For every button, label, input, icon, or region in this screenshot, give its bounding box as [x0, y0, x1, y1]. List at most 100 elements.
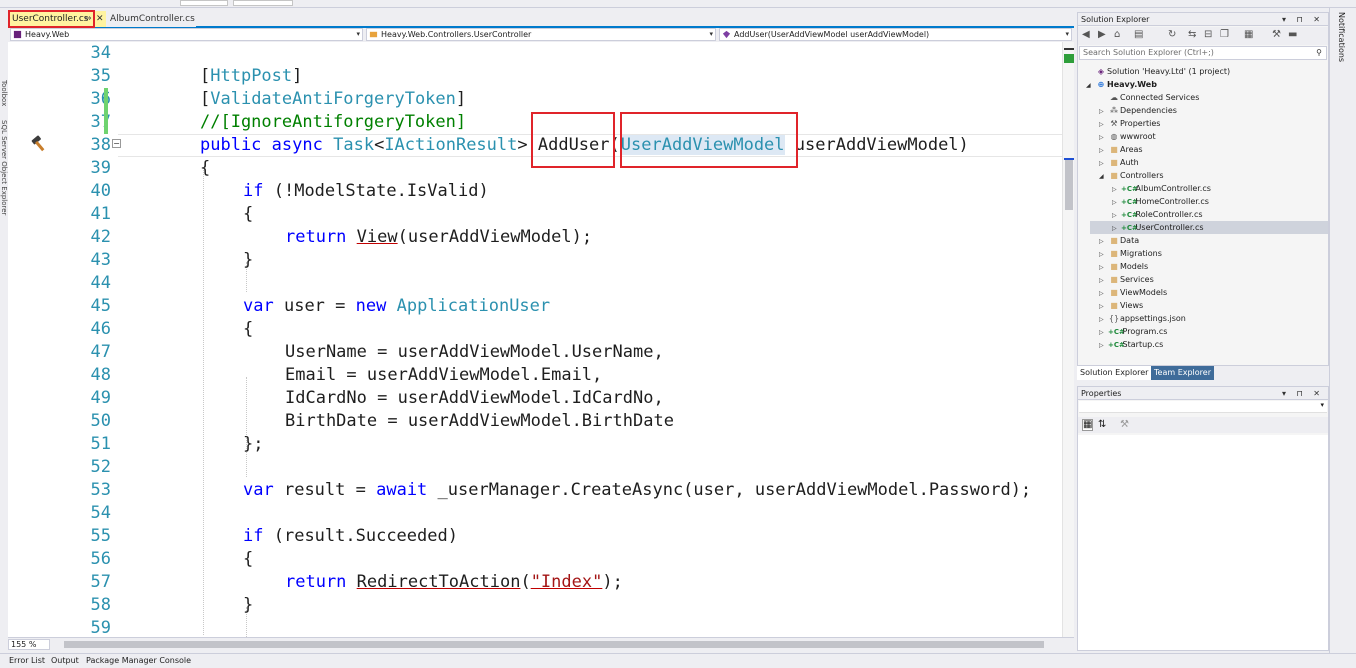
sql-object-explorer-tab[interactable]: SQL Server Object Explorer — [0, 120, 8, 215]
back-icon[interactable]: ◀ — [1082, 29, 1090, 40]
tab-output[interactable]: Output — [51, 656, 79, 665]
categorized-icon[interactable]: ▦ — [1082, 419, 1094, 431]
web-project-icon: ⊕ — [1097, 80, 1105, 89]
tree-item-usercontroller[interactable]: ▷ +C# UserController.cs — [1090, 221, 1328, 234]
line-number: 38 — [90, 135, 111, 155]
project-dropdown-label: Heavy.Web — [25, 30, 70, 39]
tree-item-label: Program.cs — [1122, 327, 1168, 336]
tree-item-services[interactable]: ▷ ■ Services — [1099, 273, 1154, 286]
tree-item-solution[interactable]: ◈ Solution 'Heavy.Ltd' (1 project) — [1086, 65, 1230, 78]
tree-item-controllers[interactable]: ◢ ■ Controllers — [1099, 169, 1164, 182]
properties-header: Properties ▾ ⊓ ✕ — [1078, 387, 1328, 400]
tab-error-list[interactable]: Error List — [9, 656, 45, 665]
line-number: 56 — [90, 549, 111, 569]
home-icon[interactable]: ⌂ — [1114, 29, 1120, 40]
forward-icon[interactable]: ▶ — [1098, 29, 1106, 40]
class-icon — [369, 31, 378, 38]
tree-item-label: Startup.cs — [1122, 340, 1164, 349]
notifications-tab[interactable]: Notifications — [1337, 12, 1346, 62]
expand-arrow-icon[interactable]: ▷ — [1099, 339, 1108, 352]
hammer-icon[interactable] — [30, 134, 48, 152]
code-line-55: if (result.Succeeded) — [243, 525, 458, 548]
connected-services-icon: ☁ — [1110, 93, 1118, 102]
line-number: 59 — [90, 618, 111, 637]
tree-item-data[interactable]: ▷ ■ Data — [1099, 234, 1139, 247]
tree-item-albumcontroller[interactable]: ▷ +C# AlbumController.cs — [1112, 182, 1211, 195]
line-number: 54 — [90, 503, 111, 523]
tree-item-label: Models — [1120, 262, 1149, 271]
tree-item-rolecontroller[interactable]: ▷ +C# RoleController.cs — [1112, 208, 1203, 221]
panel-window-controls[interactable]: ▾ ⊓ ✕ — [1282, 13, 1324, 26]
project-dropdown[interactable]: Heavy.Web ▾ — [10, 28, 363, 41]
tree-item-wwwroot[interactable]: ▷ ◍ wwwroot — [1099, 130, 1156, 143]
tree-item-label: Solution 'Heavy.Ltd' (1 project) — [1107, 67, 1231, 76]
toolbox-tab[interactable]: Toolbox — [0, 80, 8, 106]
kw-new: new — [355, 296, 387, 316]
code-line-46: { — [243, 319, 254, 339]
alphabetical-icon[interactable]: ⇅ — [1098, 419, 1106, 430]
collapse-all-icon[interactable]: ⊟ — [1204, 29, 1212, 40]
tree-item-label: Services — [1120, 275, 1154, 284]
model-state: ModelState — [294, 181, 397, 201]
member-dropdown-label: AddUser(UserAddViewModel userAddViewMode… — [734, 30, 930, 39]
pending-changes-icon[interactable]: ↻ — [1168, 29, 1176, 40]
tree-item-homecontroller[interactable]: ▷ +C# HomeController.cs — [1112, 195, 1209, 208]
tree-item-auth[interactable]: ▷ ■ Auth — [1099, 156, 1139, 169]
sync-icon[interactable]: ⇆ — [1188, 29, 1196, 40]
solution-tree[interactable]: ◈ Solution 'Heavy.Ltd' (1 project) ◢ ⊕ Heav… — [1078, 65, 1328, 365]
panel-window-controls[interactable]: ▾ ⊓ ✕ — [1282, 387, 1324, 400]
attr-httppost: HttpPost — [210, 66, 293, 86]
tab-solution-explorer[interactable]: Solution Explorer — [1077, 366, 1152, 380]
tree-item-properties[interactable]: ▷ ⚒ Properties — [1099, 117, 1160, 130]
tree-item-areas[interactable]: ▷ ■ Areas — [1099, 143, 1143, 156]
tree-item-program[interactable]: ▷ +C# Program.cs — [1099, 325, 1167, 338]
scrollbar-thumb[interactable] — [1065, 160, 1073, 210]
folder-icon: ■ — [1110, 288, 1118, 297]
properties-object-dropdown[interactable]: ▾ — [1079, 401, 1327, 413]
tree-item-dependencies[interactable]: ▷ ⁂ Dependencies — [1099, 104, 1177, 117]
tree-item-heavy-web[interactable]: ◢ ⊕ Heavy.Web — [1086, 78, 1157, 91]
string-index: "Index" — [530, 572, 603, 592]
horizontal-scrollbar-thumb[interactable] — [64, 641, 1044, 648]
split-handle[interactable] — [1064, 48, 1074, 50]
bottom-tool-tabs: Error List Output Package Manager Consol… — [0, 653, 1356, 668]
tree-item-connected-services[interactable]: ☁ Connected Services — [1099, 91, 1199, 104]
panel-title: Solution Explorer — [1081, 15, 1150, 24]
solution-explorer-search-input[interactable]: Search Solution Explorer (Ctrl+;) ⚲ — [1079, 46, 1327, 60]
tab-package-manager-console[interactable]: Package Manager Console — [86, 656, 191, 665]
member-dropdown[interactable]: AddUser(UserAddViewModel userAddViewMode… — [719, 28, 1072, 41]
zoom-dropdown[interactable]: 155 % — [8, 639, 50, 650]
tree-item-viewmodels[interactable]: ▷ ■ ViewModels — [1099, 286, 1167, 299]
properties-toolbar: ▦ ⇅ ⚒ — [1078, 417, 1328, 433]
tree-item-models[interactable]: ▷ ■ Models — [1099, 260, 1148, 273]
switch-view-icon[interactable]: ▤ — [1134, 29, 1143, 40]
editor-gutter: 34 35 36 37 38 39 40 41 42 43 44 45 46 4… — [8, 42, 118, 637]
expand-arrow-icon[interactable]: ◢ — [1086, 79, 1095, 92]
kw-if: if — [243, 526, 264, 546]
line-number: 49 — [90, 388, 111, 408]
editor-vertical-scrollbar[interactable] — [1062, 42, 1074, 637]
tab-albumcontroller[interactable]: AlbumController.cs — [106, 11, 196, 27]
tab-team-explorer[interactable]: Team Explorer — [1151, 366, 1214, 380]
line-number: 39 — [90, 158, 111, 178]
kw-var: var — [243, 480, 274, 500]
filter-icon[interactable]: ▦ — [1244, 29, 1253, 40]
code-line-50: BirthDate = userAddViewModel.BirthDate — [285, 411, 674, 431]
solution-config-dropdown[interactable] — [180, 0, 228, 6]
line-number: 45 — [90, 296, 111, 316]
expand-arrow-icon[interactable]: ◢ — [1099, 170, 1108, 183]
tree-item-appsettings[interactable]: ▷ {}appsettings.json — [1099, 312, 1186, 325]
code-line-45: var user = new ApplicationUser — [243, 296, 551, 316]
close-icon[interactable]: ✕ — [96, 11, 104, 27]
tree-item-views[interactable]: ▷ ■ Views — [1099, 299, 1143, 312]
show-all-files-icon[interactable]: ❐ — [1220, 29, 1229, 40]
tree-item-startup[interactable]: ▷ +C# Startup.cs — [1099, 338, 1163, 351]
property-pages-icon[interactable]: ⚒ — [1120, 419, 1129, 430]
result-succeeded: (result.Succeeded) — [273, 526, 458, 546]
properties-wrench-icon[interactable]: ⚒ — [1272, 29, 1281, 40]
preview-icon[interactable]: ▬ — [1288, 29, 1297, 40]
platform-dropdown[interactable] — [233, 0, 293, 6]
class-dropdown[interactable]: Heavy.Web.Controllers.UserController ▾ — [366, 28, 716, 41]
tree-item-migrations[interactable]: ▷ ■ Migrations — [1099, 247, 1162, 260]
code-line-58: } — [243, 595, 254, 615]
